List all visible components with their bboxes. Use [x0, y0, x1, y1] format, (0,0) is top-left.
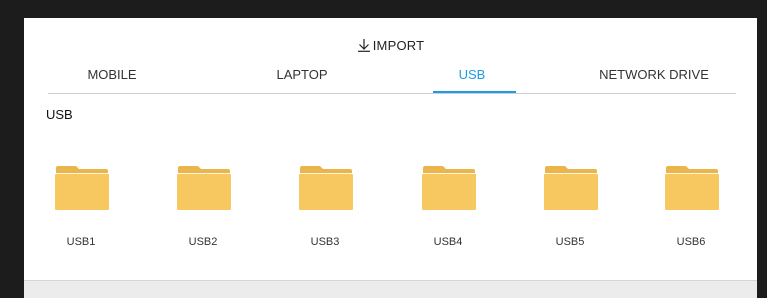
folder-item[interactable]: USB5	[535, 164, 605, 260]
tab-network-drive[interactable]: NETWORK DRIVE	[584, 67, 724, 82]
active-tab-indicator	[433, 91, 516, 93]
folder-label: USB2	[188, 236, 218, 248]
bottom-bar	[24, 280, 757, 298]
tab-mobile[interactable]: MOBILE	[62, 67, 162, 82]
folder-label: USB5	[555, 236, 585, 248]
source-tabs: MOBILE LAPTOP USB NETWORK DRIVE	[48, 65, 736, 94]
folder-item[interactable]: USB6	[656, 164, 726, 260]
section-title: USB	[46, 107, 73, 122]
folder-label: USB6	[676, 236, 706, 248]
tab-usb[interactable]: USB	[422, 67, 522, 82]
folder-item[interactable]: USB2	[168, 164, 238, 260]
dialog-title-text: IMPORT	[372, 38, 425, 53]
folder-label: USB4	[433, 236, 463, 248]
tab-laptop[interactable]: LAPTOP	[252, 67, 352, 82]
dialog-title: IMPORT	[24, 38, 757, 53]
folder-item[interactable]: USB3	[290, 164, 360, 260]
download-arrow-icon	[357, 38, 371, 52]
folder-item[interactable]: USB4	[413, 164, 483, 260]
folder-label: USB3	[310, 236, 340, 248]
folder-label: USB1	[66, 236, 96, 248]
import-dialog: IMPORT MOBILE LAPTOP USB NETWORK DRIVE U…	[24, 18, 757, 298]
folder-item[interactable]: USB1	[46, 164, 116, 260]
